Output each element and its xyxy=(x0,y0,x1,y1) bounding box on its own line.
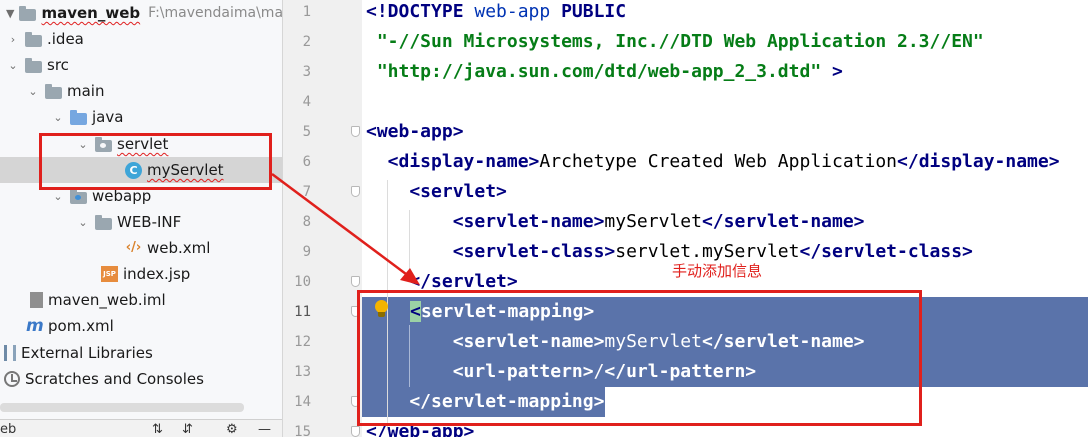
tree-item-java[interactable]: ⌄ java xyxy=(0,104,282,130)
horizontal-scrollbar[interactable] xyxy=(0,403,244,412)
tree-item-pom-xml[interactable]: m pom.xml xyxy=(0,313,282,339)
code-line-9: <servlet-class>servlet.myServlet</servle… xyxy=(366,241,973,262)
source-folder-icon xyxy=(70,109,87,125)
line-number: 10 xyxy=(294,274,311,290)
tree-item-web-inf[interactable]: ⌄ WEB-INF xyxy=(0,209,282,235)
fold-marker-icon[interactable] xyxy=(351,426,360,437)
code-line-3: "http://java.sun.com/dtd/web-app_2_3.dtd… xyxy=(366,61,843,82)
folder-icon xyxy=(95,214,112,230)
line-number: 13 xyxy=(294,364,311,380)
folder-icon xyxy=(45,83,62,99)
iml-file-icon xyxy=(30,292,43,308)
tree-item-src[interactable]: ⌄ src xyxy=(0,52,282,78)
web-folder-icon xyxy=(70,188,87,204)
project-tree: ▼ maven_web F:\mavendaima\maven › .idea … xyxy=(0,0,282,437)
folder-icon xyxy=(25,57,42,73)
highlight-box-servlet-mapping xyxy=(357,290,922,426)
code-line-5: <web-app> xyxy=(366,121,464,142)
tree-item-maven-web[interactable]: ▼ maven_web F:\mavendaima\maven xyxy=(0,0,282,26)
chevron-down-icon[interactable]: ▼ xyxy=(6,7,14,20)
gear-icon[interactable]: ⚙ xyxy=(226,422,238,437)
jsp-file-icon: JSP xyxy=(101,266,118,282)
collapse-all-icon[interactable]: ⇵ xyxy=(182,422,193,437)
tree-item-web-xml[interactable]: ‹/› web.xml xyxy=(0,235,282,261)
line-number: 2 xyxy=(302,34,311,50)
tree-item-main[interactable]: ⌄ main xyxy=(0,78,282,104)
chevron-down-icon[interactable]: ⌄ xyxy=(26,85,40,98)
chevron-right-icon[interactable]: › xyxy=(6,33,20,46)
code-line-2: "-//Sun Microsystems, Inc.//DTD Web Appl… xyxy=(366,31,984,52)
line-number: 3 xyxy=(302,64,311,80)
editor-gutter: 1 2 3 4 5 6 7 8 9 10 11 12 13 14 15 xyxy=(282,0,362,437)
fold-marker-icon[interactable] xyxy=(351,276,360,287)
line-number: 11 xyxy=(294,304,311,320)
maven-file-icon: m xyxy=(26,316,44,336)
folder-icon xyxy=(25,31,42,47)
expand-all-icon[interactable]: ⇅ xyxy=(152,422,163,437)
annotation-note: 手动添加信息 xyxy=(672,262,763,280)
library-icon xyxy=(4,345,16,361)
code-line-8: <servlet-name>myServlet</servlet-name> xyxy=(366,211,865,232)
line-number: 5 xyxy=(302,124,311,140)
tree-item-idea[interactable]: › .idea xyxy=(0,26,282,52)
chevron-down-icon[interactable]: ⌄ xyxy=(76,216,90,229)
highlight-box-myservlet xyxy=(39,133,272,190)
fold-marker-icon[interactable] xyxy=(351,126,360,137)
minimize-icon[interactable]: — xyxy=(258,422,271,437)
line-number: 12 xyxy=(294,334,311,350)
chevron-down-icon[interactable]: ⌄ xyxy=(51,111,65,124)
line-number: 15 xyxy=(294,424,311,437)
tree-item-external-libraries[interactable]: External Libraries xyxy=(0,340,282,366)
scratches-icon xyxy=(4,371,20,387)
fold-marker-icon[interactable] xyxy=(351,186,360,197)
tree-item-scratches[interactable]: Scratches and Consoles xyxy=(0,366,282,392)
line-number: 9 xyxy=(302,244,311,260)
line-number: 14 xyxy=(294,394,311,410)
code-line-7: <servlet> xyxy=(366,181,507,202)
code-line-1: <!DOCTYPE web-app PUBLIC xyxy=(366,1,627,22)
line-number: 6 xyxy=(302,154,311,170)
xml-file-icon: ‹/› xyxy=(125,240,142,255)
line-number: 1 xyxy=(302,4,311,20)
line-number: 7 xyxy=(302,184,311,200)
tree-item-maven-web-iml[interactable]: maven_web.iml xyxy=(0,287,282,313)
line-number: 4 xyxy=(302,94,311,110)
chevron-down-icon[interactable]: ⌄ xyxy=(6,59,20,72)
tree-bottom-label: eb xyxy=(0,422,17,437)
tree-item-index-jsp[interactable]: JSP index.jsp xyxy=(0,261,282,287)
code-line-6: <display-name>Archetype Created Web Appl… xyxy=(366,151,1060,172)
chevron-down-icon[interactable]: ⌄ xyxy=(51,190,65,203)
tree-bottom-toolbar: eb ⇅ ⇵ ⚙ — xyxy=(0,419,282,437)
line-number: 8 xyxy=(302,214,311,230)
folder-icon xyxy=(19,5,37,21)
